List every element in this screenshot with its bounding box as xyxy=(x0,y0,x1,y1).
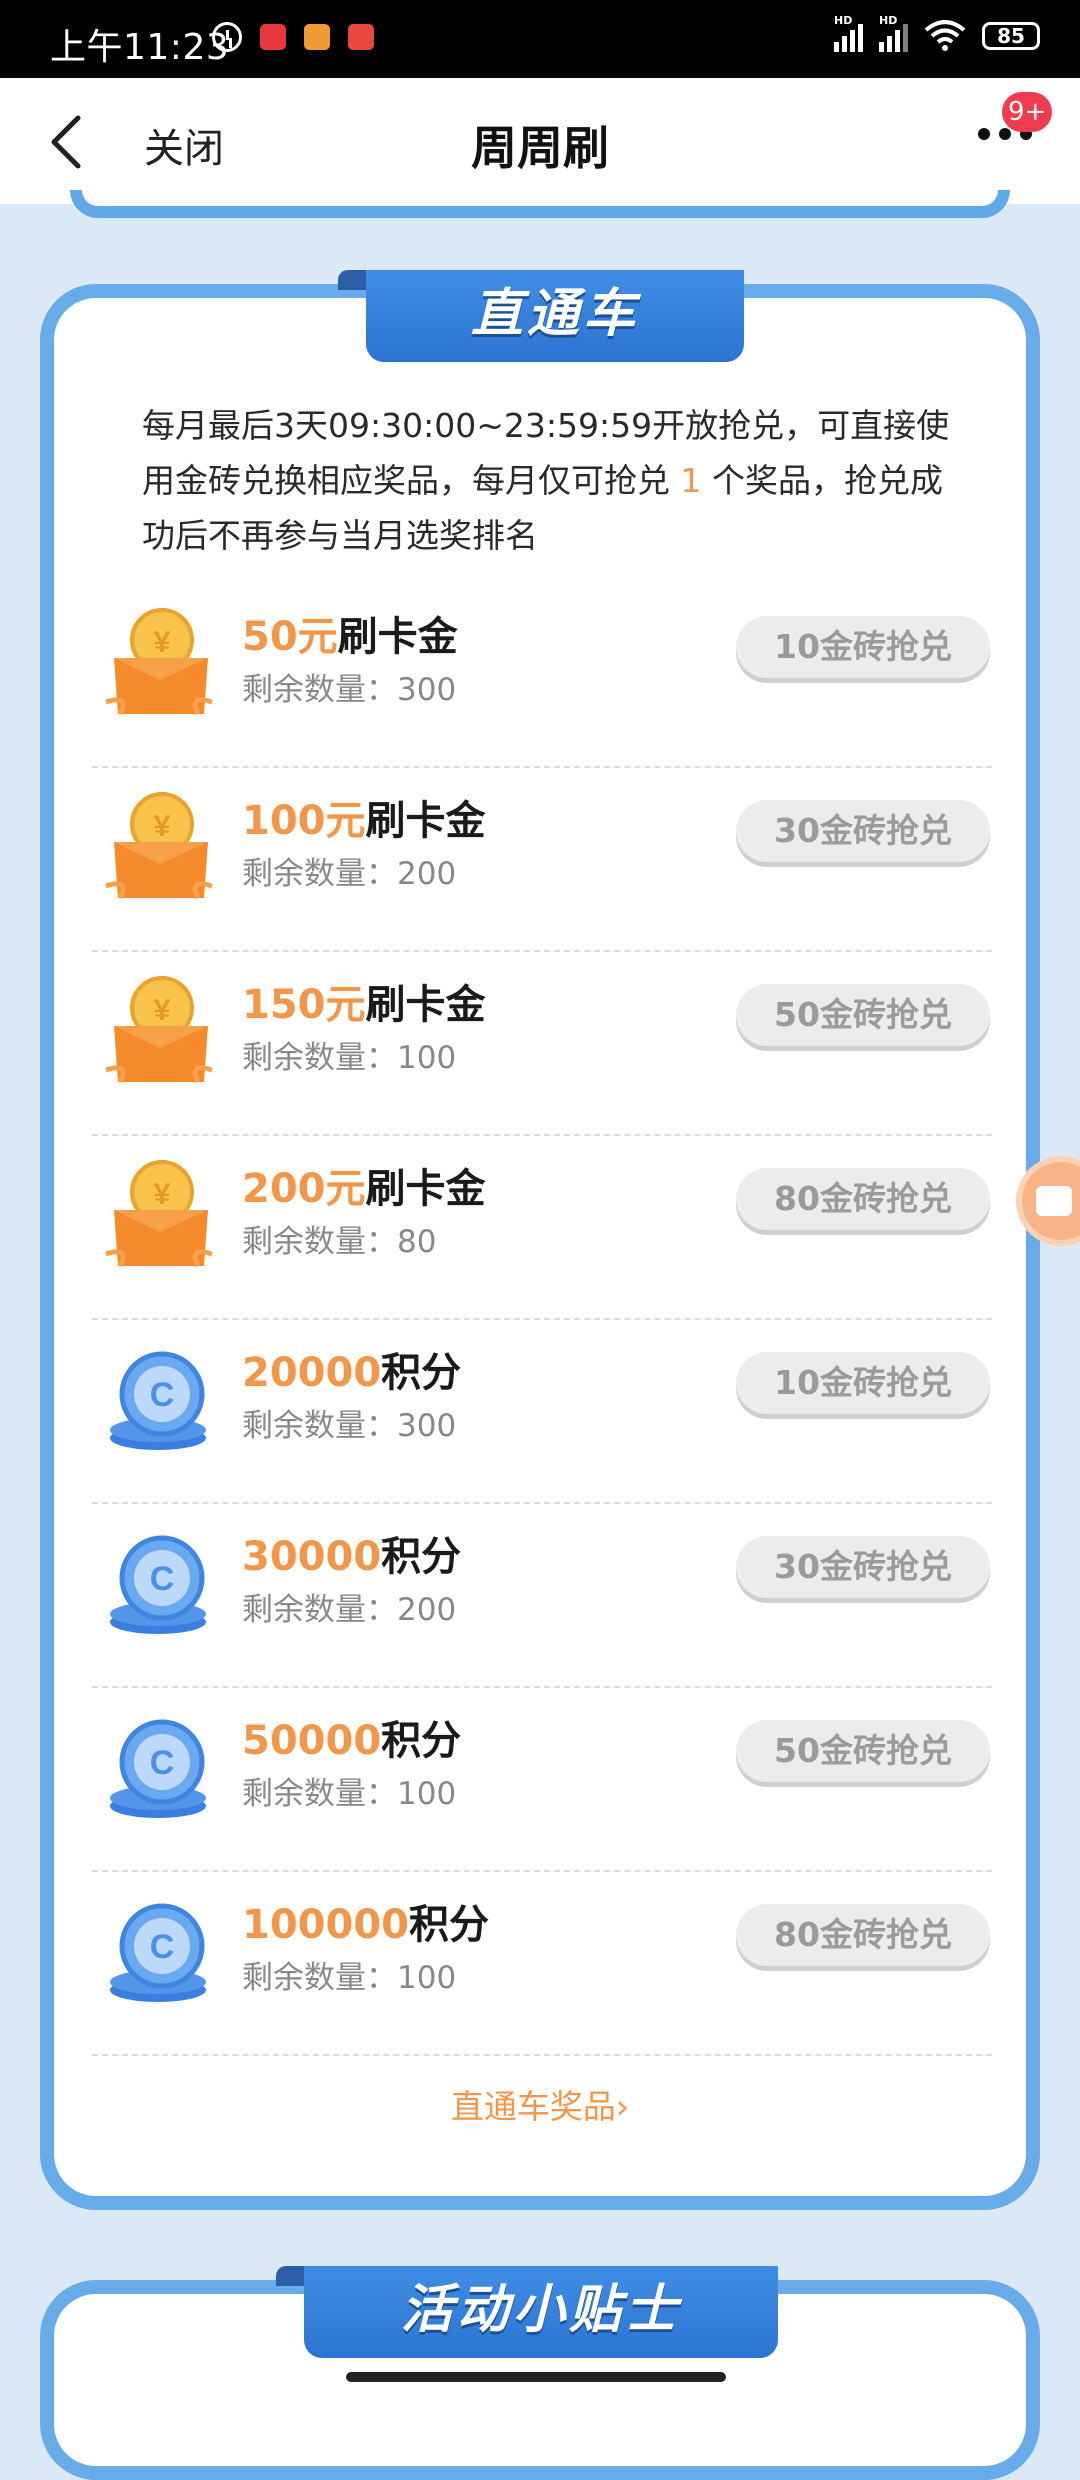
prize-remaining: 剩余数量：200 xyxy=(242,856,457,892)
gift-box-coin-icon: ¥ xyxy=(100,970,218,1088)
app-notification-icon xyxy=(260,24,286,50)
points-coin-stack-icon: C xyxy=(100,1338,218,1456)
prize-type: 刷卡金 xyxy=(337,614,458,660)
redeem-button[interactable]: 50金砖抢兑 xyxy=(736,984,990,1046)
prize-amount: 50元 xyxy=(242,614,338,660)
prize-remaining: 剩余数量：200 xyxy=(242,1592,457,1628)
prize-name: 100000积分 xyxy=(242,1892,489,1950)
prize-remaining: 剩余数量：80 xyxy=(242,1224,437,1260)
svg-text:¥: ¥ xyxy=(154,994,171,1027)
prize-amount: 200元 xyxy=(242,1166,366,1212)
gift-box-coin-icon: ¥ xyxy=(100,1154,218,1272)
previous-card-edge xyxy=(70,190,1010,218)
app-notification-icon xyxy=(304,24,330,50)
battery-icon: 85 xyxy=(982,22,1040,50)
prize-name: 20000积分 xyxy=(242,1340,461,1398)
svg-text:¥: ¥ xyxy=(154,810,171,843)
prize-row: C 30000积分剩余数量：200 30金砖抢兑 xyxy=(92,1502,992,1688)
video-app-notification-icon xyxy=(348,24,374,50)
prize-name: 50元刷卡金 xyxy=(242,604,458,662)
prize-amount: 100元 xyxy=(242,798,366,844)
svg-text:C: C xyxy=(150,1928,175,1966)
prize-row: ¥50元刷卡金剩余数量：300 10金砖抢兑 xyxy=(92,582,992,768)
alarm-icon xyxy=(212,22,242,52)
points-coin-stack-icon: C xyxy=(100,1522,218,1640)
prize-type: 刷卡金 xyxy=(365,1166,486,1212)
prize-amount: 20000 xyxy=(242,1350,382,1396)
prize-row: ¥100元刷卡金剩余数量：200 30金砖抢兑 xyxy=(92,766,992,952)
prize-row: ¥150元刷卡金剩余数量：100 50金砖抢兑 xyxy=(92,950,992,1136)
prize-remaining: 剩余数量：300 xyxy=(242,672,457,708)
svg-text:¥: ¥ xyxy=(154,626,171,659)
prize-amount: 100000 xyxy=(242,1902,409,1948)
hd-label: HD xyxy=(834,14,853,27)
wifi-icon xyxy=(924,20,966,51)
signal-icon: HD xyxy=(834,14,863,52)
prize-type: 刷卡金 xyxy=(365,798,486,844)
status-notification-icons xyxy=(212,22,374,52)
prize-remaining: 剩余数量：100 xyxy=(242,1776,457,1812)
page-title: 周周刷 xyxy=(471,121,609,175)
section-description: 每月最后3天09:30:00~23:59:59开放抢兑，可直接使用金砖兑换相应奖… xyxy=(142,398,962,563)
notification-badge: 9+ xyxy=(1002,92,1053,132)
signal-icon: HD xyxy=(879,14,908,52)
redeem-button[interactable]: 10金砖抢兑 xyxy=(736,616,990,678)
redeem-button[interactable]: 30金砖抢兑 xyxy=(736,800,990,862)
chevron-right-icon: › xyxy=(615,2087,630,2126)
prize-name: 30000积分 xyxy=(242,1524,461,1582)
prize-type: 积分 xyxy=(381,1534,462,1580)
link-label: 直通车奖品 xyxy=(450,2087,616,2126)
svg-text:C: C xyxy=(150,1744,175,1782)
nav-header: 关闭 周周刷 9+ xyxy=(0,78,1080,204)
gift-box-coin-icon: ¥ xyxy=(100,602,218,720)
redeem-button[interactable]: 50金砖抢兑 xyxy=(736,1720,990,1782)
prize-row: ¥200元刷卡金剩余数量：80 80金砖抢兑 xyxy=(92,1134,992,1320)
prize-row: C 20000积分剩余数量：300 10金砖抢兑 xyxy=(92,1318,992,1504)
tips-title-ribbon: 活动小贴士 xyxy=(304,2266,778,2358)
hd-label: HD xyxy=(879,14,898,27)
prize-type: 积分 xyxy=(381,1350,462,1396)
prize-type: 积分 xyxy=(381,1718,462,1764)
prize-name: 200元刷卡金 xyxy=(242,1156,486,1214)
status-bar: 上午11:23 HD HD 85 xyxy=(0,0,1080,78)
section-title-ribbon: 直通车 xyxy=(366,270,744,362)
redeem-button[interactable]: 80金砖抢兑 xyxy=(736,1904,990,1966)
svg-text:C: C xyxy=(150,1560,175,1598)
prize-remaining: 剩余数量：100 xyxy=(242,1960,457,1996)
prize-type: 刷卡金 xyxy=(365,982,486,1028)
prize-row: C 100000积分剩余数量：100 80金砖抢兑 xyxy=(92,1870,992,2056)
status-system-icons: HD HD 85 xyxy=(834,14,1040,52)
prize-name: 50000积分 xyxy=(242,1708,461,1766)
prize-remaining: 剩余数量：300 xyxy=(242,1408,457,1444)
video-icon xyxy=(1036,1186,1072,1216)
prize-name: 100元刷卡金 xyxy=(242,788,486,846)
prize-amount: 30000 xyxy=(242,1534,382,1580)
points-coin-stack-icon: C xyxy=(100,1706,218,1824)
home-indicator[interactable] xyxy=(346,2372,726,2382)
prize-name: 150元刷卡金 xyxy=(242,972,486,1030)
svg-text:C: C xyxy=(150,1376,175,1414)
desc-highlight: 1 xyxy=(680,461,702,500)
row-divider xyxy=(92,2054,992,2056)
express-prizes-link[interactable]: 直通车奖品› xyxy=(0,2080,1080,2128)
prize-amount: 50000 xyxy=(242,1718,382,1764)
prize-row: C 50000积分剩余数量：100 50金砖抢兑 xyxy=(92,1686,992,1872)
prize-remaining: 剩余数量：100 xyxy=(242,1040,457,1076)
redeem-button[interactable]: 80金砖抢兑 xyxy=(736,1168,990,1230)
gift-box-coin-icon: ¥ xyxy=(100,786,218,904)
svg-text:¥: ¥ xyxy=(154,1178,171,1211)
status-time: 上午11:23 xyxy=(50,27,230,68)
redeem-button[interactable]: 30金砖抢兑 xyxy=(736,1536,990,1598)
redeem-button[interactable]: 10金砖抢兑 xyxy=(736,1352,990,1414)
prize-amount: 150元 xyxy=(242,982,366,1028)
prize-type: 积分 xyxy=(409,1902,489,1948)
points-coin-stack-icon: C xyxy=(100,1890,218,2008)
